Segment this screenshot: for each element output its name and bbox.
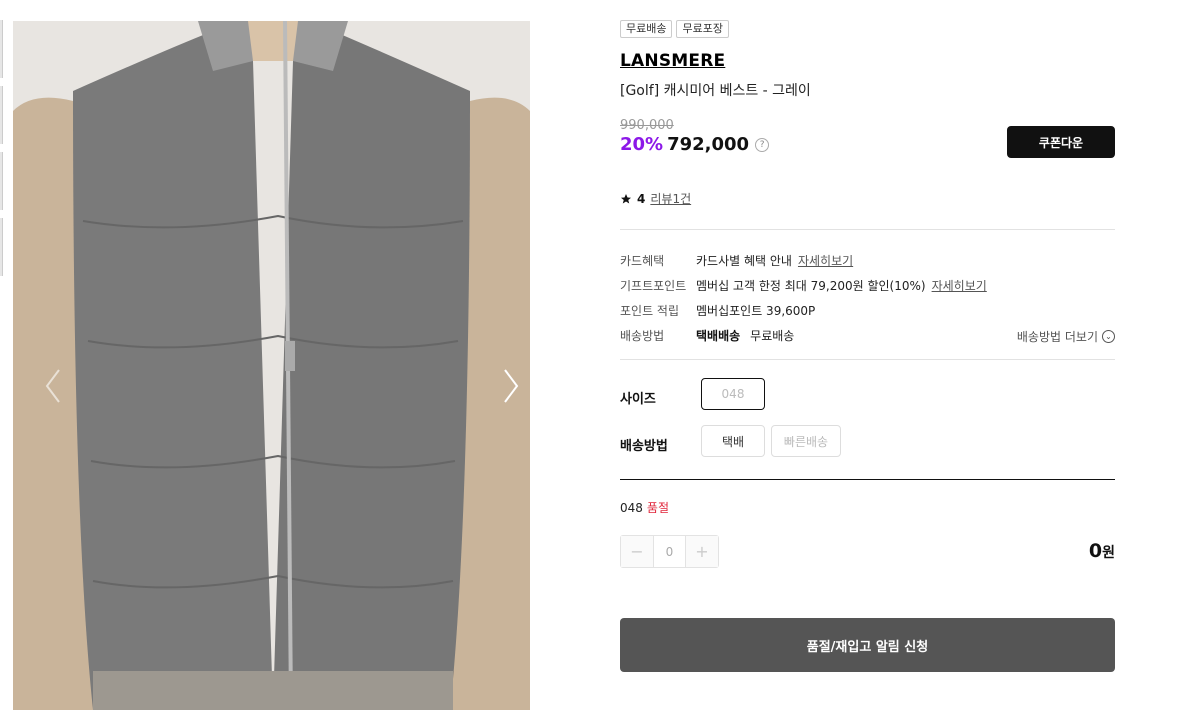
brand-link[interactable]: LANSMERE bbox=[620, 51, 725, 71]
quantity-decrease-button[interactable]: − bbox=[621, 536, 653, 567]
sale-price: 792,000 bbox=[667, 134, 750, 155]
discount-rate: 20% bbox=[620, 134, 664, 155]
delivery-row: 배송방법 택배배송 무료배송 배송방법 더보기 ⌄ bbox=[620, 323, 1115, 348]
original-price: 990,000 bbox=[620, 118, 674, 133]
thumbnail-3[interactable] bbox=[0, 152, 3, 210]
point-label: 포인트 적립 bbox=[620, 304, 680, 318]
size-option-048[interactable]: 048 bbox=[701, 378, 765, 410]
total-price: 0 원 bbox=[1089, 540, 1115, 562]
next-image-arrow[interactable] bbox=[501, 366, 521, 406]
gift-point-value: 멤버십 고객 한정 최대 79,200원 할인(10%) bbox=[696, 279, 926, 293]
total-amount: 0 bbox=[1088, 540, 1103, 562]
thumbnail-1[interactable] bbox=[0, 20, 3, 78]
chevron-right-icon bbox=[504, 369, 519, 403]
quantity-value[interactable]: 0 bbox=[653, 536, 686, 567]
divider bbox=[620, 479, 1115, 480]
gift-point-link[interactable]: 자세히보기 bbox=[932, 277, 987, 294]
free-wrapping-badge: 무료포장 bbox=[676, 20, 729, 38]
size-option-label: 사이즈 bbox=[620, 392, 656, 407]
prev-image-arrow[interactable] bbox=[43, 366, 63, 406]
badge-list: 무료배송 무료포장 bbox=[620, 20, 729, 38]
selected-size: 048 bbox=[620, 501, 643, 515]
point-row: 포인트 적립 멤버십포인트 39,600P bbox=[620, 298, 1115, 323]
product-name: [Golf] 캐시미어 베스트 - 그레이 bbox=[620, 83, 811, 99]
product-image bbox=[13, 21, 530, 710]
quantity-stepper: − 0 + bbox=[620, 535, 719, 568]
card-benefit-link[interactable]: 자세히보기 bbox=[798, 252, 853, 269]
thumbnail-4[interactable] bbox=[0, 218, 3, 276]
delivery-label: 배송방법 bbox=[620, 329, 665, 343]
vest-photo bbox=[13, 21, 530, 710]
card-benefit-value: 카드사별 혜택 안내 bbox=[696, 254, 792, 268]
star-icon bbox=[621, 193, 631, 203]
sale-price-row: 20% 792,000 ? bbox=[620, 134, 770, 155]
gift-point-row: 기프트포인트 멤버십 고객 한정 최대 79,200원 할인(10%) 자세히보… bbox=[620, 273, 1115, 298]
divider bbox=[620, 359, 1115, 360]
delivery-method: 택배배송 bbox=[696, 329, 741, 343]
gift-point-label: 기프트포인트 bbox=[620, 279, 687, 293]
quantity-increase-button[interactable]: + bbox=[686, 536, 718, 567]
rating: 4 리뷰1건 bbox=[620, 190, 691, 207]
divider bbox=[620, 229, 1115, 230]
benefit-list: 카드혜택 카드사별 혜택 안내 자세히보기 기프트포인트 멤버십 고객 한정 최… bbox=[620, 248, 1115, 348]
delivery-option-label: 배송방법 bbox=[620, 439, 668, 454]
review-count-link[interactable]: 리뷰1건 bbox=[650, 190, 691, 207]
sold-out-label: 품절 bbox=[646, 501, 669, 515]
free-shipping-badge: 무료배송 bbox=[620, 20, 673, 38]
chevron-down-icon: ⌄ bbox=[1102, 330, 1115, 343]
chevron-left-icon bbox=[45, 369, 60, 403]
point-value: 멤버십포인트 39,600P bbox=[696, 304, 816, 318]
selected-option: 048 품절 bbox=[620, 499, 669, 516]
thumbnail-strip bbox=[0, 20, 3, 284]
delivery-option-parcel[interactable]: 택배 bbox=[701, 425, 765, 457]
coupon-download-button[interactable]: 쿠폰다운 bbox=[1007, 126, 1115, 158]
total-unit: 원 bbox=[1102, 545, 1115, 561]
card-benefit-label: 카드혜택 bbox=[620, 254, 665, 268]
delivery-more-label: 배송방법 더보기 bbox=[1016, 330, 1098, 344]
rating-score: 4 bbox=[637, 191, 646, 206]
delivery-more-link[interactable]: 배송방법 더보기 ⌄ bbox=[1017, 328, 1115, 345]
delivery-fee: 무료배송 bbox=[750, 329, 795, 343]
restock-alert-button[interactable]: 품절/재입고 알림 신청 bbox=[620, 618, 1115, 672]
thumbnail-2[interactable] bbox=[0, 86, 3, 144]
delivery-option-express[interactable]: 빠른배송 bbox=[771, 425, 841, 457]
card-benefit-row: 카드혜택 카드사별 혜택 안내 자세히보기 bbox=[620, 248, 1115, 273]
help-icon[interactable]: ? bbox=[755, 137, 770, 152]
